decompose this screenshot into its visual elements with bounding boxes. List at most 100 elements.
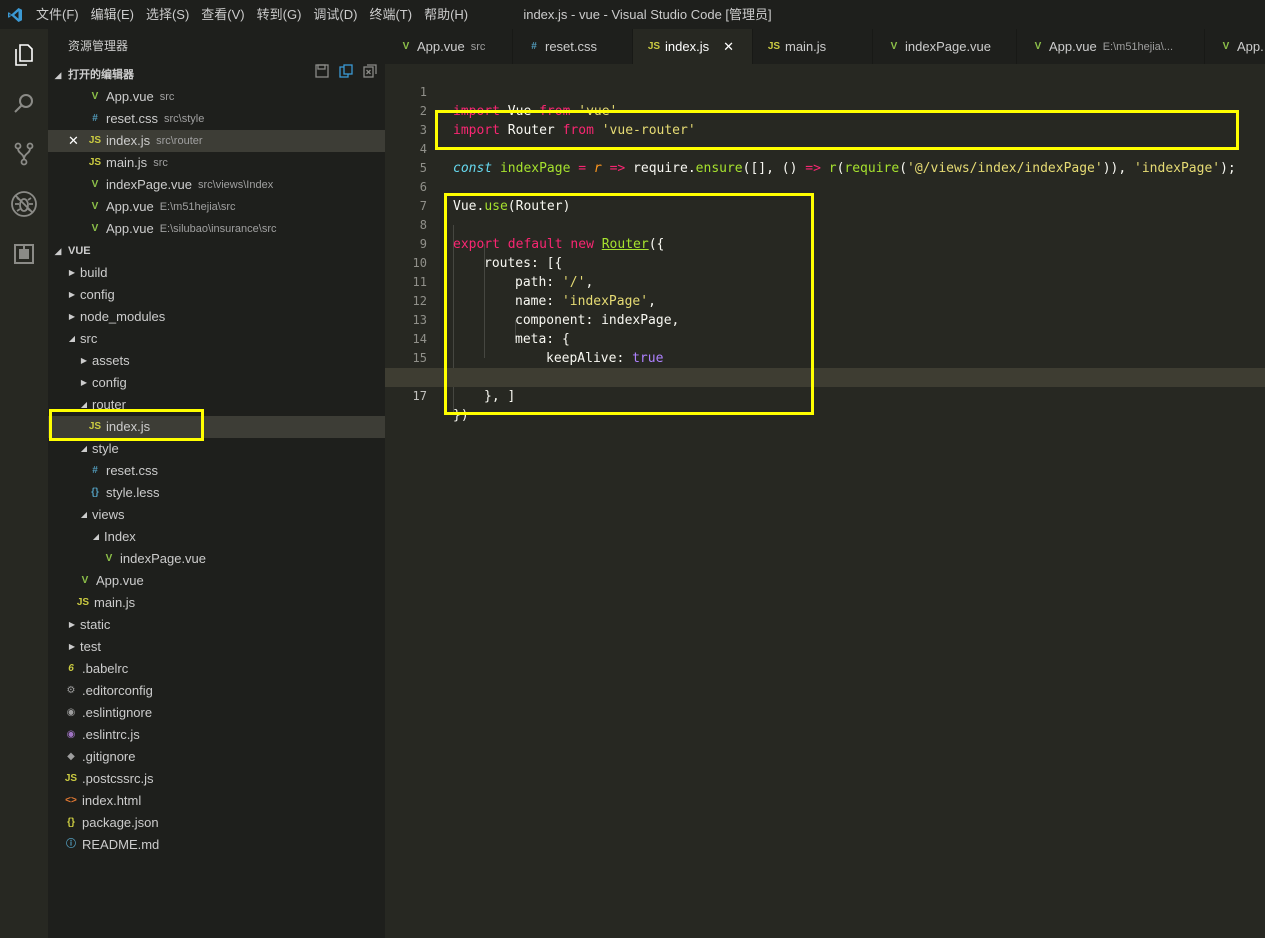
open-editor-item[interactable]: V App.vue E:\silubao\insurance\src <box>48 218 385 240</box>
tree-file-indexpage-vue[interactable]: V indexPage.vue <box>48 548 385 570</box>
open-editors-header[interactable]: ◢ 打开的编辑器 <box>48 64 385 86</box>
editor-tabs: V App.vue src # reset.css JS index.js ✕ … <box>385 29 1265 64</box>
tree-file-package-json[interactable]: {} package.json <box>48 812 385 834</box>
tab-indexpage-vue[interactable]: V indexPage.vue <box>873 29 1017 64</box>
tree-folder-style[interactable]: ◢ style <box>48 438 385 460</box>
tree-item-label: .editorconfig <box>82 683 153 698</box>
eslint-ignore-icon: ◉ <box>66 707 76 718</box>
tree-folder-config[interactable]: ▶ config <box>48 284 385 306</box>
code-line: 15 } <box>385 330 1265 385</box>
menu-terminal[interactable]: 终端(T) <box>363 0 418 29</box>
menu-edit[interactable]: 编辑(E) <box>85 0 140 29</box>
source-control-icon[interactable] <box>0 129 48 179</box>
tree-file-gitignore[interactable]: ◆ .gitignore <box>48 746 385 768</box>
tree-folder-node-modules[interactable]: ▶ node_modules <box>48 306 385 328</box>
code-editor[interactable]: 1 import Vue from 'vue' 2 import Router … <box>385 64 1265 938</box>
tree-folder-index[interactable]: ◢ Index <box>48 526 385 548</box>
tree-folder-test[interactable]: ▶ test <box>48 636 385 658</box>
tree-file-editorconfig[interactable]: ⚙ .editorconfig <box>48 680 385 702</box>
tree-folder-src[interactable]: ◢ src <box>48 328 385 350</box>
explorer-icon[interactable] <box>0 29 48 79</box>
tree-folder-build[interactable]: ▶ build <box>48 262 385 284</box>
menu-bar: 文件(F) 编辑(E) 选择(S) 查看(V) 转到(G) 调试(D) 终端(T… <box>30 0 474 29</box>
tab-label: reset.css <box>545 39 598 54</box>
code-line: 3 <box>385 102 1265 137</box>
menu-help[interactable]: 帮助(H) <box>418 0 474 29</box>
code-line: 14 keepAlive: true <box>385 311 1265 366</box>
open-editor-item[interactable]: # reset.css src\style <box>48 108 385 130</box>
tree-file-style-less[interactable]: {} style.less <box>48 482 385 504</box>
menu-file[interactable]: 文件(F) <box>30 0 85 29</box>
tree-folder-config[interactable]: ▶ config <box>48 372 385 394</box>
js-file-icon: JS <box>767 41 781 52</box>
tree-item-label: views <box>92 507 125 522</box>
tree-item-label: index.js <box>106 419 151 434</box>
close-icon[interactable]: ✕ <box>68 130 88 152</box>
tab-app-vue[interactable]: V App.vue src <box>385 29 513 64</box>
json-file-icon: {} <box>67 817 75 828</box>
chevron-down-icon: ◢ <box>54 70 62 80</box>
vue-file-icon: V <box>105 553 113 564</box>
code-line: 13 meta: { <box>385 292 1265 347</box>
tree-item-label: Index <box>104 529 136 544</box>
menu-selection[interactable]: 选择(S) <box>140 0 195 29</box>
chevron-down-icon: ◢ <box>80 444 88 453</box>
close-tab-icon[interactable]: ✕ <box>723 39 734 55</box>
tree-item-label: src <box>80 331 98 346</box>
tab-app-vue-truncated[interactable]: V App. <box>1205 29 1265 64</box>
tree-file-index-html[interactable]: <> index.html <box>48 790 385 812</box>
js-file-icon: JS <box>88 157 102 168</box>
html-file-icon: <> <box>65 795 77 806</box>
open-editor-item[interactable]: V App.vue src <box>48 86 385 108</box>
menu-debug[interactable]: 调试(D) <box>307 0 363 29</box>
tab-reset-css[interactable]: # reset.css <box>513 29 633 64</box>
tab-app-vue-m51hejia[interactable]: V App.vue E:\m51hejia\... <box>1017 29 1205 64</box>
open-editor-item[interactable]: V indexPage.vue src\views\Index <box>48 174 385 196</box>
tree-file-eslintignore[interactable]: ◉ .eslintignore <box>48 702 385 724</box>
tree-item-label: App.vue <box>96 573 144 588</box>
tree-file-main-js[interactable]: JS main.js <box>48 592 385 614</box>
tab-label: App. <box>1237 39 1264 54</box>
tree-file-app-vue[interactable]: V App.vue <box>48 570 385 592</box>
open-editor-path: src\style <box>164 113 205 125</box>
tree-item-label: .babelrc <box>82 661 129 676</box>
tree-file-readme[interactable]: ⓘ README.md <box>48 834 385 856</box>
chevron-right-icon: ▶ <box>68 290 76 299</box>
tree-folder-views[interactable]: ◢ views <box>48 504 385 526</box>
open-editor-item[interactable]: JS main.js src <box>48 152 385 174</box>
tree-file-eslintrc[interactable]: ◉ .eslintrc.js <box>48 724 385 746</box>
tree-folder-static[interactable]: ▶ static <box>48 614 385 636</box>
extensions-icon[interactable] <box>0 229 48 279</box>
project-header[interactable]: ◢ VUE <box>48 240 385 262</box>
project-title: VUE <box>68 245 91 257</box>
tab-path: E:\m51hejia\... <box>1102 40 1174 53</box>
line-number: 17 <box>412 389 427 403</box>
js-file-icon: JS <box>88 421 102 432</box>
code-line: 2 import Router from 'vue-router' <box>385 83 1265 138</box>
tree-folder-assets[interactable]: ▶ assets <box>48 350 385 372</box>
save-all-icon[interactable] <box>315 64 329 86</box>
split-editor-icon[interactable] <box>339 64 353 86</box>
js-file-icon: JS <box>64 773 78 784</box>
tab-main-js[interactable]: JS main.js <box>753 29 873 64</box>
tree-folder-router[interactable]: ◢ router <box>48 394 385 416</box>
tree-item-label: .gitignore <box>82 749 136 764</box>
open-editor-item-active[interactable]: ✕ JS index.js src\router <box>48 130 385 152</box>
debug-icon[interactable] <box>0 179 48 229</box>
close-all-icon[interactable] <box>363 64 377 86</box>
tree-file-reset-css[interactable]: # reset.css <box>48 460 385 482</box>
open-editor-item[interactable]: V App.vue E:\m51hejia\src <box>48 196 385 218</box>
vue-file-icon: V <box>91 201 99 212</box>
tree-file-postcssrc[interactable]: JS .postcssrc.js <box>48 768 385 790</box>
open-editor-filename: indexPage.vue <box>106 177 193 192</box>
menu-go[interactable]: 转到(G) <box>251 0 308 29</box>
tree-file-index-js[interactable]: JS index.js <box>48 416 385 438</box>
chevron-right-icon: ▶ <box>68 642 76 651</box>
babel-file-icon: 6 <box>68 663 74 674</box>
tab-index-js[interactable]: JS index.js ✕ <box>633 29 753 64</box>
tree-item-label: main.js <box>94 595 136 610</box>
search-icon[interactable] <box>0 79 48 129</box>
tree-file-babelrc[interactable]: 6 .babelrc <box>48 658 385 680</box>
open-editor-path: src <box>153 157 168 169</box>
menu-view[interactable]: 查看(V) <box>195 0 250 29</box>
